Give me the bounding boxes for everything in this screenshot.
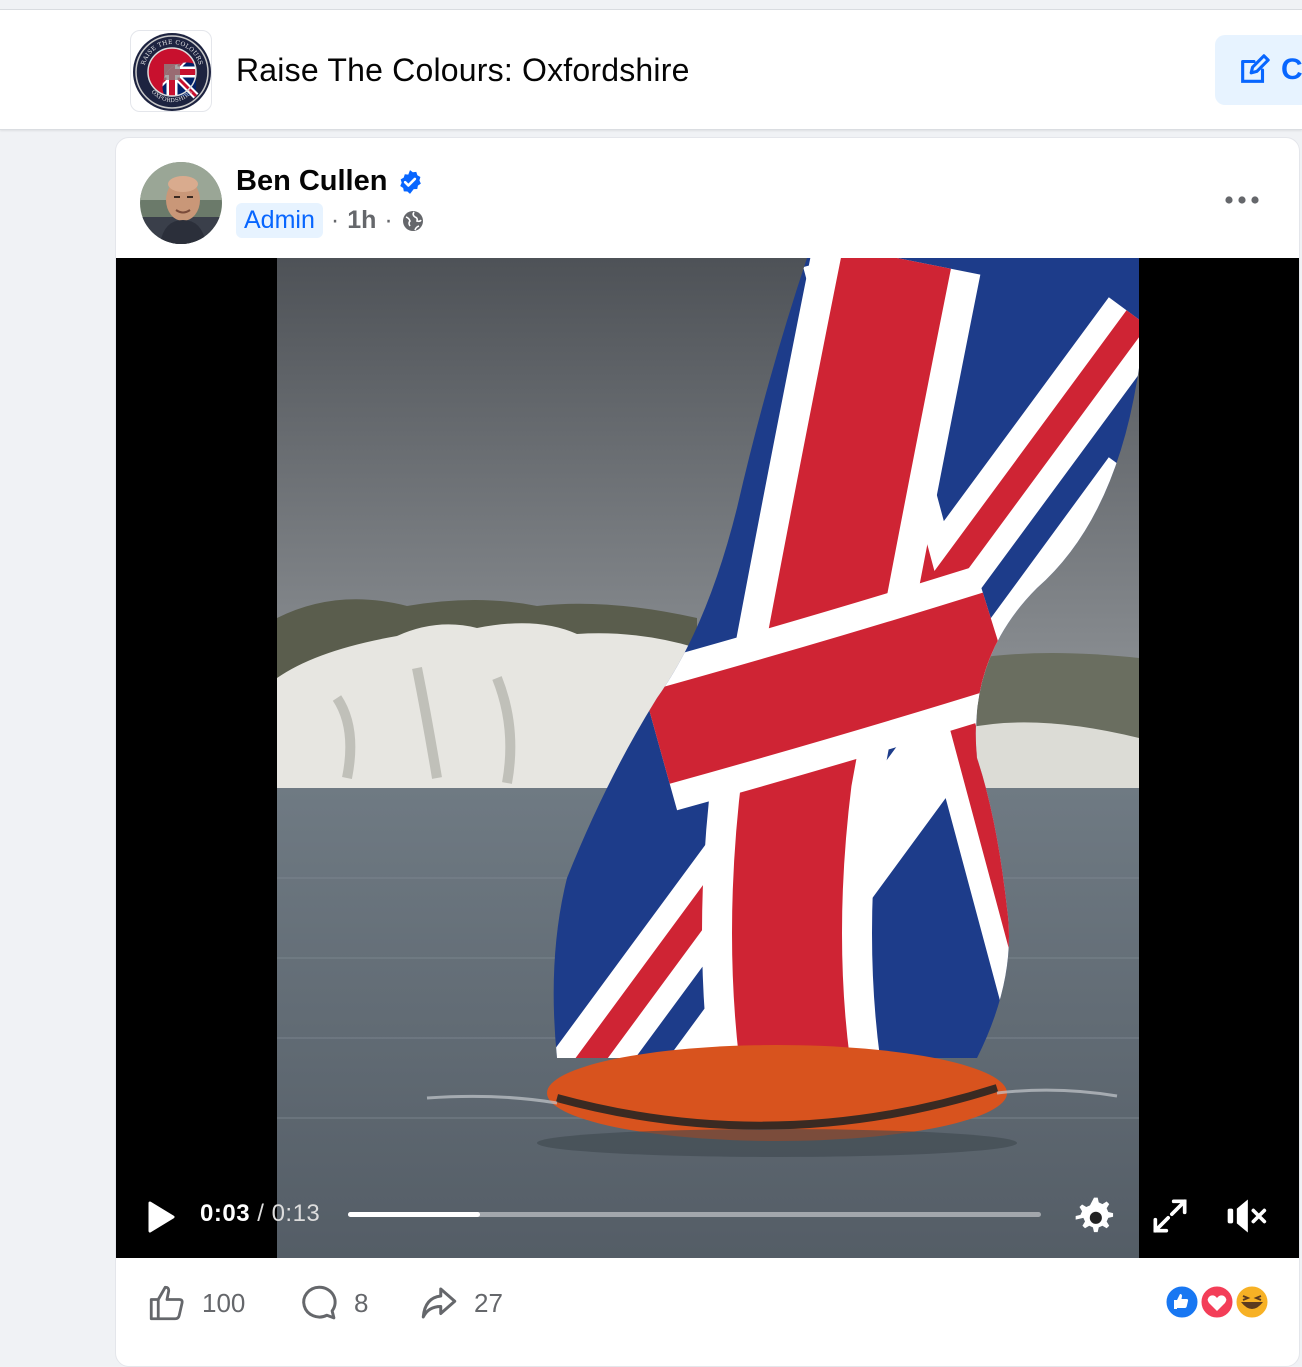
more-options-button[interactable]: [1214, 180, 1270, 220]
comment-button[interactable]: 8: [298, 1282, 368, 1324]
video-duration: 0:13: [271, 1200, 321, 1227]
meta-separator-2: ·: [384, 206, 393, 234]
comment-bubble-icon: [302, 1285, 337, 1320]
verified-badge-icon: [400, 169, 422, 194]
post-card: Ben Cullen Admin · 1h · 0:03 / 0:13 100 …: [115, 137, 1300, 1367]
muted-volume-icon[interactable]: [1224, 1194, 1268, 1238]
author-avatar[interactable]: [140, 162, 222, 244]
meta-separator: ·: [330, 206, 340, 234]
love-reaction-icon: [1198, 1283, 1236, 1321]
top-strip: [0, 0, 1302, 10]
share-button[interactable]: 27: [418, 1282, 503, 1324]
more-dots-icon: [1225, 196, 1259, 204]
share-count: 27: [474, 1287, 503, 1318]
like-button[interactable]: 100: [146, 1282, 245, 1324]
play-icon[interactable]: [146, 1200, 176, 1234]
post-action-bar: 100 8 27: [116, 1258, 1299, 1348]
author-name[interactable]: Ben Cullen: [236, 165, 423, 198]
haha-reaction-icon: [1233, 1283, 1271, 1321]
settings-gear-icon[interactable]: [1072, 1194, 1116, 1238]
share-arrow-icon: [421, 1287, 457, 1319]
video-time-slash: /: [257, 1200, 265, 1227]
video-player[interactable]: 0:03 / 0:13: [116, 258, 1299, 1258]
fullscreen-icon[interactable]: [1148, 1194, 1192, 1238]
post-meta: Admin · 1h ·: [236, 203, 425, 238]
video-controls: 0:03 / 0:13: [116, 1178, 1299, 1250]
video-frame: [277, 258, 1139, 1258]
post-time[interactable]: 1h: [347, 206, 376, 235]
edit-icon: [1241, 54, 1270, 83]
video-progress-bar[interactable]: [348, 1212, 1041, 1217]
globe-icon: [402, 210, 423, 231]
author-name-text: Ben Cullen: [236, 165, 388, 197]
admin-badge[interactable]: Admin: [236, 203, 323, 238]
like-reaction-icon: [1163, 1283, 1201, 1321]
video-progress-fill: [348, 1212, 480, 1217]
group-title[interactable]: Raise The Colours: Oxfordshire: [236, 52, 690, 88]
thumbs-up-icon: [149, 1285, 184, 1321]
edit-button-label: C: [1281, 53, 1302, 86]
video-time: 0:03 / 0:13: [200, 1200, 320, 1228]
like-count: 100: [202, 1287, 246, 1318]
video-current-time: 0:03: [200, 1200, 251, 1227]
reactions-summary[interactable]: [1162, 1282, 1274, 1322]
group-avatar[interactable]: RAISE THE COLOURS OXFORDSHIRE: [130, 30, 212, 112]
edit-button[interactable]: C: [1215, 35, 1302, 105]
group-header: RAISE THE COLOURS OXFORDSHIRE Raise The …: [0, 10, 1302, 130]
comment-count: 8: [354, 1287, 369, 1318]
